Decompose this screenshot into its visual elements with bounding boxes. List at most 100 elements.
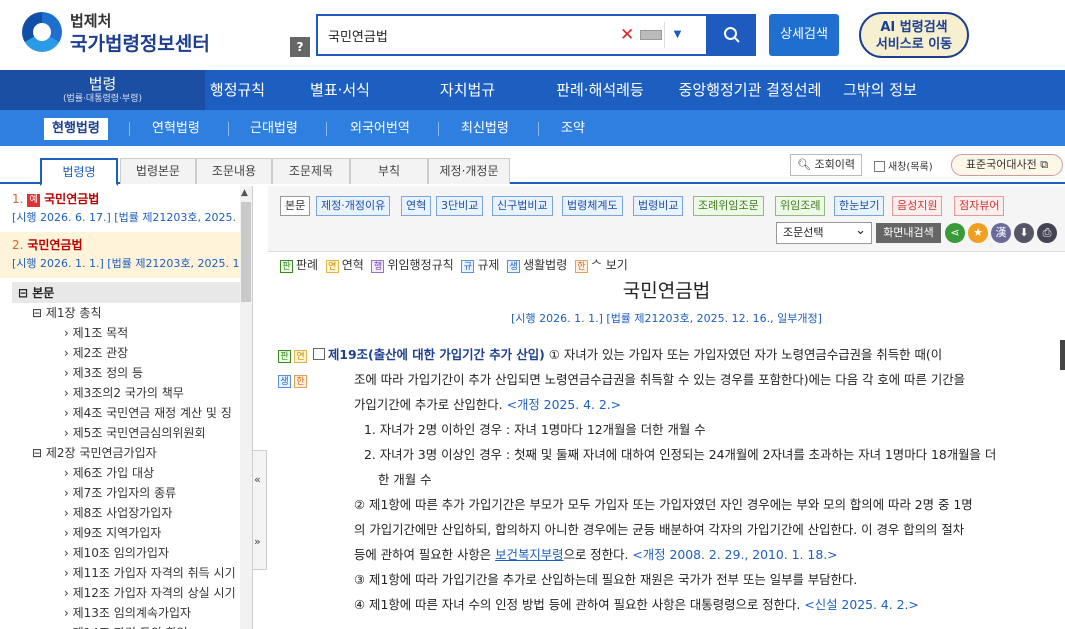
nav-precedents[interactable]: 판례·해석례등 xyxy=(525,70,675,110)
tree-chapter[interactable]: ⊟ 제2장 국민연금가입자 xyxy=(12,443,240,463)
search-button[interactable] xyxy=(708,14,756,56)
tree-article[interactable]: › 제3조 정의 등 xyxy=(12,363,240,383)
content-scrollbar-thumb[interactable] xyxy=(1060,340,1065,370)
btn-history[interactable]: 연혁 xyxy=(401,196,432,216)
article-line: 의 가입기간에만 산입하되, 합의하지 아니한 경우에는 균등 배분하여 각자의… xyxy=(278,517,1058,542)
article-checkbox[interactable] xyxy=(313,348,325,360)
left-panel: 1. 예 국민연금법 [시행 2026. 6. 17.] [법률 제21203호… xyxy=(0,186,253,629)
btn-delegated-ordinance[interactable]: 위임조례 xyxy=(775,196,826,216)
btn-ordinance-delegation[interactable]: 조례위임조문 xyxy=(693,196,764,216)
nav-admin-rules[interactable]: 행정규칙 xyxy=(205,70,270,110)
clear-icon[interactable]: ✕ xyxy=(620,25,634,45)
article-line: 등에 관하여 필요한 사항은 보건복지부령으로 정한다. <개정 2008. 2… xyxy=(278,542,1058,567)
dictionary-button[interactable]: 표준국어대사전 ⧉ xyxy=(951,154,1063,176)
revision-note[interactable]: <개정 2025. 4. 2.> xyxy=(507,397,622,412)
tree-article[interactable]: › 제13조 임의계속가입자 xyxy=(12,603,240,623)
scroll-thumb[interactable] xyxy=(241,202,251,302)
subnav-current-laws[interactable]: 현행법령 xyxy=(44,118,108,140)
ministry-ordinance-link[interactable]: 보건복지부령 xyxy=(495,547,563,562)
subnav-translation[interactable]: 외국어번역 xyxy=(350,118,410,140)
nav-local-laws[interactable]: 자치법규 xyxy=(410,70,525,110)
search-input[interactable] xyxy=(328,24,608,46)
tab-enactment[interactable]: 제정·개정문 xyxy=(428,158,510,184)
tree-root[interactable]: ⊟ 본문 xyxy=(12,282,240,303)
life-law-badge-icon[interactable]: 생 xyxy=(278,375,291,388)
tab-article-content[interactable]: 조문내용 xyxy=(196,158,272,184)
tree-article[interactable]: › 제8조 사업장가입자 xyxy=(12,503,240,523)
tab-law-body[interactable]: 법령본문 xyxy=(120,158,196,184)
nav-agency-decisions[interactable]: 중앙행정기관 결정선례 xyxy=(675,70,825,110)
tab-article-title[interactable]: 조문제목 xyxy=(272,158,350,184)
nav-forms[interactable]: 별표·서식 xyxy=(270,70,410,110)
tree-article[interactable]: › 제9조 지역가입자 xyxy=(12,523,240,543)
btn-voice[interactable]: 음성지원 xyxy=(892,196,943,216)
collapse-left-icon[interactable]: « xyxy=(254,473,261,486)
revision-note[interactable]: <신설 2025. 4. 2.> xyxy=(804,597,919,612)
tree-article[interactable]: › 제14조 자격 등의 확인 xyxy=(12,623,240,629)
tree-article[interactable]: › 제3조의2 국가의 책무 xyxy=(12,383,240,403)
tree-article[interactable]: › 제11조 가입자 자격의 취득 시기 xyxy=(12,563,240,583)
btn-braille[interactable]: 점자뷰어 xyxy=(954,196,1005,216)
subnav-latest-laws[interactable]: 최신법령 xyxy=(461,118,509,140)
subnav-treaties[interactable]: 조약 xyxy=(561,118,585,140)
ai-search-button[interactable]: AI 법령검색 서비스로 이동 xyxy=(859,12,969,58)
download-icon[interactable]: ⬇ xyxy=(1014,223,1034,243)
nav-other-info[interactable]: 그밖의 정보 xyxy=(825,70,935,110)
law-result-1[interactable]: 1. 예 국민연금법 [시행 2026. 6. 17.] [법률 제21203호… xyxy=(0,186,252,232)
paragraph-text: 가입기간에 추가로 산입한다. xyxy=(354,397,507,412)
logo-mark-icon xyxy=(22,12,62,52)
tab-law-name[interactable]: 법령명 xyxy=(40,158,118,186)
subnav-history-laws[interactable]: 연혁법령 xyxy=(152,118,200,140)
left-scrollbar[interactable]: ▲ xyxy=(240,186,252,629)
divider xyxy=(538,122,539,136)
checkbox-icon[interactable] xyxy=(874,161,885,172)
law-result-2[interactable]: 2. 국민연금법 [시행 2026. 1. 1.] [법률 제21203호, 2… xyxy=(0,232,252,278)
print-icon[interactable]: ⎙ xyxy=(1037,223,1057,243)
tab-supplementary[interactable]: 부칙 xyxy=(350,158,428,184)
subnav-modern-laws[interactable]: 근대법령 xyxy=(250,118,298,140)
site-logo[interactable]: 법제처 국가법령정보센터 xyxy=(22,10,210,56)
item-text: 한 개월 수 xyxy=(378,472,432,487)
article-select[interactable]: 조문선택 xyxy=(776,221,872,244)
tree-article[interactable]: › 제5조 국민연금심의위원회 xyxy=(12,423,240,443)
expand-right-icon[interactable]: » xyxy=(254,535,261,548)
nav-laws[interactable]: 법령 (법률·대통령령·부령) xyxy=(0,70,205,110)
chevron-down-icon[interactable]: ▼ xyxy=(664,22,690,48)
tree-chapter[interactable]: ⊟ 제1장 총칙 xyxy=(12,303,240,323)
overview-badge-icon[interactable]: 한 xyxy=(294,375,307,388)
btn-law-system[interactable]: 법령체계도 xyxy=(562,196,623,216)
tree-article[interactable]: › 제6조 가입 대상 xyxy=(12,463,240,483)
precedent-badge-icon[interactable]: 판 xyxy=(278,350,291,363)
law-content: 본문 제정·개정이유 연혁 3단비교 신구법비교 법령체계도 법령비교 조례위임… xyxy=(268,186,1065,629)
new-window-checkbox[interactable]: 새창(목록) xyxy=(874,158,933,173)
scroll-up-icon[interactable]: ▲ xyxy=(241,188,248,198)
share-icon[interactable]: ⋖ xyxy=(945,223,965,243)
tree-article[interactable]: › 제4조 국민연금 재정 계산 및 징 xyxy=(12,403,240,423)
favorite-icon[interactable]: ★ xyxy=(968,223,988,243)
history-badge-icon[interactable]: 연 xyxy=(294,350,307,363)
btn-overview[interactable]: 한눈보기 xyxy=(834,196,885,216)
btn-law-compare[interactable]: 법령비교 xyxy=(633,196,684,216)
detail-search-button[interactable]: 상세검색 xyxy=(769,14,839,56)
btn-revision-reason[interactable]: 제정·개정이유 xyxy=(316,196,391,216)
tree-article[interactable]: › 제7조 가입자의 종류 xyxy=(12,483,240,503)
article-title: 제19조(출산에 대한 가입기간 추가 산입) xyxy=(328,347,545,362)
legend-label: 위임행정규칙 xyxy=(387,258,454,272)
tree-article[interactable]: › 제10조 임의가입자 xyxy=(12,543,240,563)
history-button[interactable]: 🔍︎ 조회이력 xyxy=(790,154,862,176)
panel-collapse-toggle[interactable]: « » xyxy=(253,450,267,570)
btn-body[interactable]: 본문 xyxy=(280,196,311,216)
content-toolbar: 본문 제정·개정이유 연혁 3단비교 신구법비교 법령체계도 법령비교 조례위임… xyxy=(268,186,1065,252)
btn-3way-compare[interactable]: 3단비교 xyxy=(436,196,484,216)
tree-article[interactable]: › 제1조 목적 xyxy=(12,323,240,343)
hanja-icon[interactable]: 漢 xyxy=(991,223,1011,243)
tree-article[interactable]: › 제2조 관장 xyxy=(12,343,240,363)
help-icon[interactable]: ? xyxy=(290,37,310,57)
tree-article[interactable]: › 제12조 가입자 자격의 상실 시기 xyxy=(12,583,240,603)
result-title[interactable]: 국민연금법 xyxy=(44,192,99,206)
revision-note[interactable]: <개정 2008. 2. 29., 2010. 1. 18.> xyxy=(632,547,837,562)
btn-old-new-compare[interactable]: 신구법비교 xyxy=(492,196,553,216)
keyboard-icon[interactable] xyxy=(640,30,662,40)
find-in-page-button[interactable]: 화면내검색 xyxy=(876,223,941,243)
result-title[interactable]: 국민연금법 xyxy=(27,238,82,252)
